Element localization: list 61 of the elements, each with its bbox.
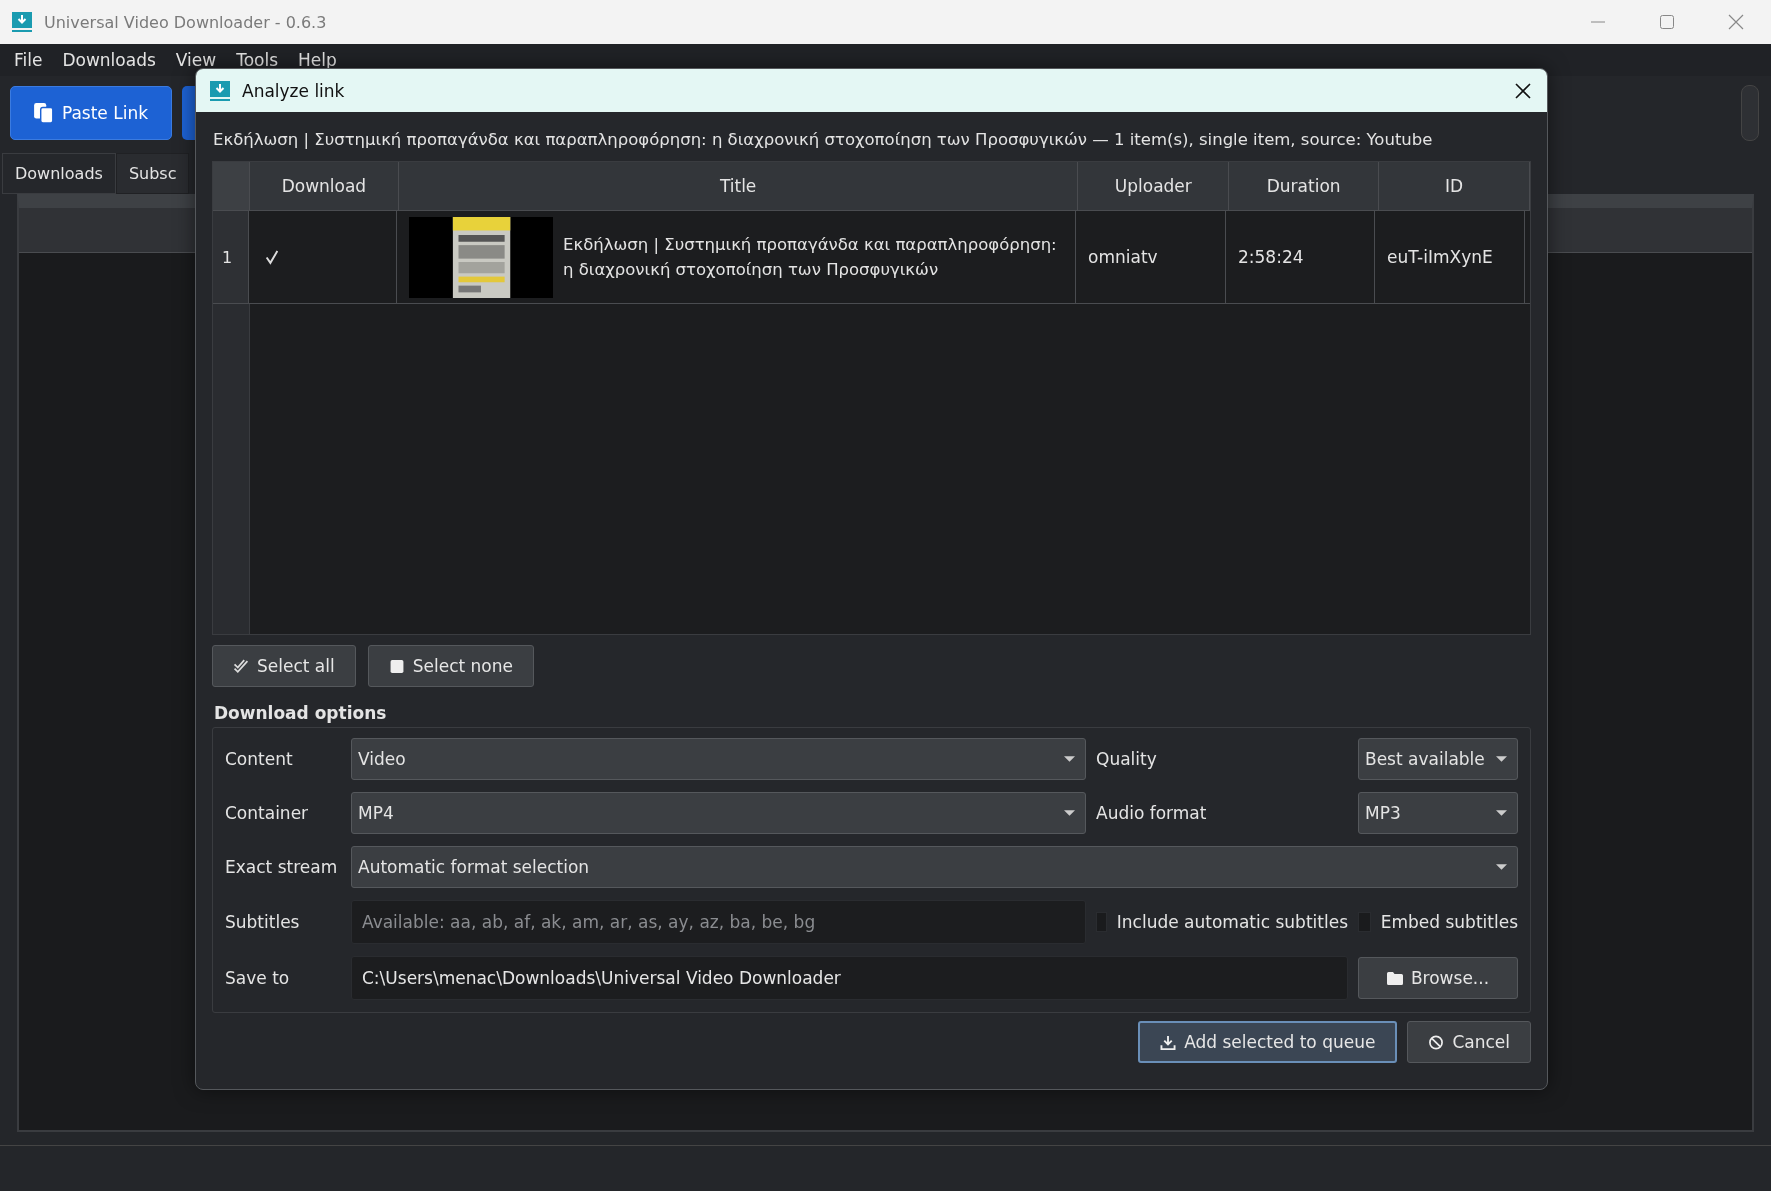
column-header[interactable]: Title <box>398 162 1079 210</box>
cancel-button[interactable]: Cancel <box>1407 1021 1531 1063</box>
browse-button[interactable]: Browse... <box>1358 957 1518 999</box>
caret-icon <box>1496 756 1507 762</box>
paste-link-button[interactable]: Paste Link <box>10 86 172 140</box>
column-header[interactable]: Duration <box>1229 162 1380 210</box>
clipboard-icon <box>33 102 54 124</box>
column-header[interactable]: Download <box>249 162 399 210</box>
group-title: Download options <box>213 702 388 725</box>
subtitles-field[interactable]: Available: aa, ab, af, ak, am, ar, as, ay, az, ba, be, bg <box>351 900 1086 944</box>
field-label: Exact stream <box>225 857 339 877</box>
column-header[interactable]: Uploader <box>1078 162 1230 210</box>
download-icon <box>1160 1034 1177 1050</box>
content-dropdown[interactable]: Video <box>351 738 1086 780</box>
field-label: Subtitles <box>225 912 301 932</box>
field-label: Container <box>225 803 310 823</box>
dialog-title: Analyze link <box>242 80 345 101</box>
select-all-button[interactable]: Select all <box>212 645 356 687</box>
square-icon <box>388 658 405 674</box>
menu-item[interactable]: Downloads <box>52 50 166 70</box>
select-none-button[interactable]: Select none <box>367 645 534 687</box>
app-logo-icon <box>12 12 32 32</box>
app-logo-icon <box>210 80 230 101</box>
add-to-queue-button[interactable]: Add selected to queue <box>1138 1021 1398 1063</box>
exact-stream-dropdown[interactable]: Automatic format selection <box>351 846 1518 888</box>
folder-icon <box>1386 970 1403 986</box>
table-cell: euT-iImXynE <box>1375 211 1525 303</box>
scrollbar-handle[interactable] <box>1741 85 1759 141</box>
field-label: Save to <box>225 968 291 988</box>
menu-item[interactable]: Tools <box>226 50 289 70</box>
caret-icon <box>1064 810 1075 816</box>
field-label: Quality <box>1096 749 1158 769</box>
video-title: Εκδήλωση | Συστημική προπαγάνδα και παραπληροφόρηση: η διαχρονική στοχοποίηση των Προσφυγικών <box>562 234 1058 281</box>
summary-text: Εκδήλωση | Συστημική προπαγάνδα και παραπληροφόρηση: η διαχρονική στοχοποίηση των Προσφυγικών — 1 item(s), single item, source: Youtube <box>212 129 1434 151</box>
tab[interactable]: Subsc <box>115 153 190 194</box>
field-label: Audio format <box>1096 803 1208 823</box>
maximize-icon[interactable] <box>1659 14 1675 30</box>
menu-item[interactable]: Help <box>288 50 347 70</box>
audio-format-dropdown[interactable]: MP3 <box>1358 792 1518 834</box>
menu-item[interactable]: File <box>4 50 53 70</box>
tab[interactable]: Downloads <box>2 153 116 194</box>
window-title: Universal Video Downloader - 0.6.3 <box>44 12 327 32</box>
menu-item[interactable]: View <box>165 50 227 70</box>
checkbox-label: Include automatic subtitles <box>1116 912 1348 932</box>
field-label: Content <box>225 749 294 769</box>
caret-icon <box>1496 810 1507 816</box>
row-number: 1 <box>213 211 249 303</box>
quality-dropdown[interactable]: Best available <box>1358 738 1518 780</box>
table-cell: omniatv <box>1076 211 1226 303</box>
caret-icon <box>1064 756 1075 762</box>
column-header[interactable]: ID <box>1379 162 1530 210</box>
cancel-icon <box>1428 1034 1445 1050</box>
double-check-icon <box>233 658 249 674</box>
close-icon[interactable] <box>1515 82 1531 99</box>
header-corner[interactable] <box>213 162 250 210</box>
caret-icon <box>1496 864 1507 870</box>
check-icon[interactable] <box>265 249 279 265</box>
save-path-field[interactable]: C:\Users\menac\Downloads\Universal Video Downloader <box>351 956 1348 1000</box>
container-dropdown[interactable]: MP4 <box>351 792 1086 834</box>
table-cell: 2:58:24 <box>1226 211 1375 303</box>
checkbox-label: Embed subtitles <box>1380 912 1518 932</box>
